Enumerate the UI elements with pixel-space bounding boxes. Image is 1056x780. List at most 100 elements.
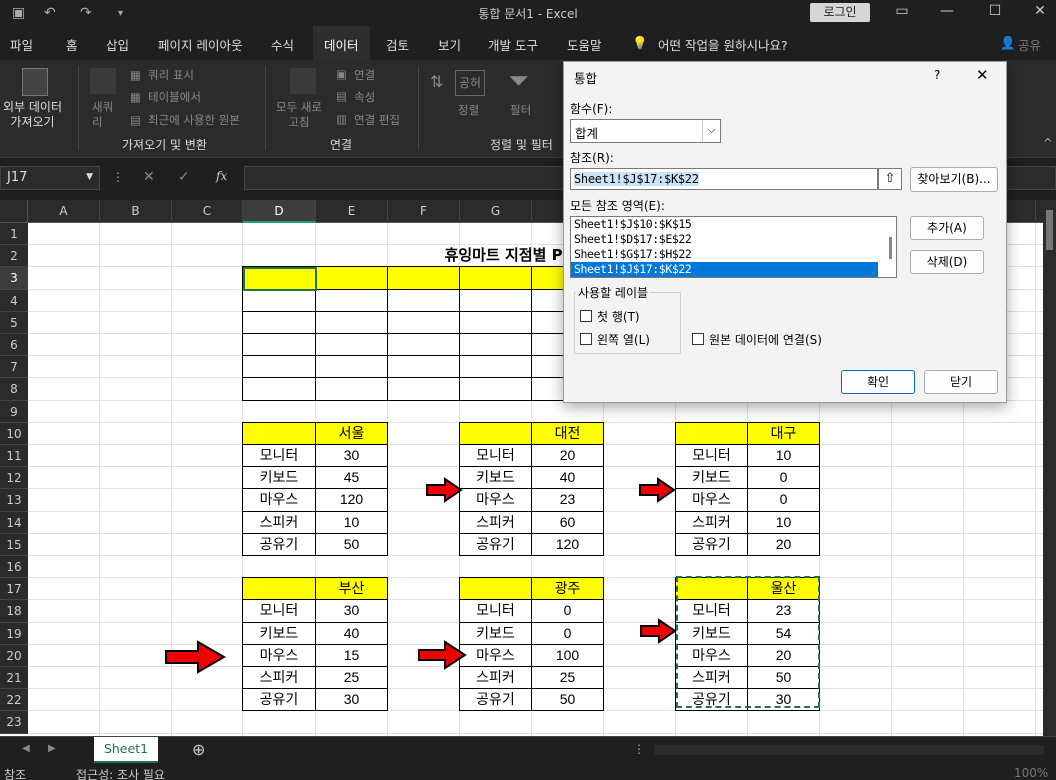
item-name-cell[interactable]: 마우스 [242,488,316,512]
row-header-6[interactable]: 6 [0,334,28,357]
item-name-cell[interactable]: 키보드 [242,621,316,645]
item-value-cell[interactable]: 30 [315,688,388,712]
item-value-cell[interactable]: 30 [315,599,388,623]
reference-list-item-selected[interactable]: Sheet1!$J$17:$K$22 [571,262,878,277]
item-name-cell[interactable]: 공유기 [242,532,316,556]
tab-formulas[interactable]: 수식 [271,35,294,54]
reference-list-item[interactable]: Sheet1!$D$17:$E$22 [571,232,896,247]
item-name-cell[interactable]: 스피커 [459,510,532,534]
table-header-city[interactable]: 광주 [531,577,604,601]
refresh-all-button[interactable]: 모두 새로 고침 [276,100,322,130]
item-name-cell[interactable]: 키보드 [459,466,532,490]
external-data-button[interactable]: 외부 데이터 가져오기 [3,100,62,130]
summary-table-cell[interactable] [315,266,388,290]
item-value-cell[interactable]: 0 [531,599,604,623]
table-header-blank[interactable] [459,577,532,601]
summary-table-cell[interactable] [387,288,460,312]
item-name-cell[interactable]: 키보드 [675,466,748,490]
tab-view[interactable]: 보기 [438,35,461,54]
table-header-blank[interactable] [242,421,316,445]
name-box[interactable]: J17 ▼ [0,166,100,190]
item-name-cell[interactable]: 공유기 [459,688,532,712]
summary-table-cell[interactable] [459,310,532,334]
share-icon[interactable]: 👤 [1000,35,1016,51]
enter-icon[interactable]: ✓ [178,169,190,185]
tab-review[interactable]: 검토 [386,35,409,54]
column-header-d[interactable]: D [243,200,316,223]
summary-table-cell[interactable] [315,355,388,379]
link-source-checkbox[interactable] [692,333,704,345]
tell-me-search[interactable]: 어떤 작업을 원하시나요? [658,35,788,54]
reference-input[interactable]: Sheet1!$J$17:$K$22 [570,168,878,190]
filter-button[interactable]: 필터 [510,102,531,118]
item-value-cell[interactable]: 40 [531,466,604,490]
close-icon[interactable]: ✕ [1030,3,1050,19]
tab-data[interactable]: 데이터 [324,35,359,54]
item-name-cell[interactable]: 스피커 [675,510,748,534]
summary-table-cell[interactable] [387,355,460,379]
left-column-checkbox[interactable] [580,333,592,345]
summary-table-cell[interactable] [459,266,532,290]
summary-table-cell[interactable] [459,288,532,312]
row-header-3[interactable]: 3 [0,267,28,290]
row-header-16[interactable]: 16 [0,556,28,579]
column-header-b[interactable]: B [100,200,172,223]
reference-list-item[interactable]: Sheet1!$G$17:$H$22 [571,247,896,262]
fx-icon[interactable]: fx [216,169,227,183]
scroll-thumb[interactable] [1046,210,1053,250]
tab-home[interactable]: 홈 [66,35,78,54]
item-name-cell[interactable]: 모니터 [459,599,532,623]
accessibility-status[interactable]: 접근성: 조사 필요 [76,766,165,780]
next-sheet-icon[interactable]: ▶ [48,743,56,754]
properties-button[interactable]: 속성 [354,89,375,105]
table-header-blank[interactable] [675,421,748,445]
item-value-cell[interactable]: 40 [315,621,388,645]
table-header-city[interactable]: 서울 [315,421,388,445]
item-value-cell[interactable]: 30 [315,444,388,468]
cancel-icon[interactable]: ✕ [143,169,155,185]
collapse-ribbon-icon[interactable]: ^ [1043,136,1053,150]
summary-table-cell[interactable] [315,333,388,357]
item-value-cell[interactable]: 10 [747,444,820,468]
connections-button[interactable]: 연결 [354,67,375,83]
item-name-cell[interactable]: 키보드 [459,621,532,645]
table-header-blank[interactable] [459,421,532,445]
item-value-cell[interactable]: 15 [315,643,388,667]
row-header-19[interactable]: 19 [0,622,28,645]
edit-links-button[interactable]: 연결 편집 [354,112,400,128]
row-header-22[interactable]: 22 [0,689,28,712]
minimize-icon[interactable]: — [937,3,957,19]
row-header-5[interactable]: 5 [0,311,28,334]
select-all-corner[interactable] [0,200,28,223]
row-header-21[interactable]: 21 [0,667,28,690]
summary-table-cell[interactable] [387,266,460,290]
vertical-scrollbar[interactable] [1043,200,1056,736]
row-header-4[interactable]: 4 [0,289,28,312]
summary-table-cell[interactable] [315,377,388,401]
share-button[interactable]: 공유 [1018,35,1041,54]
row-header-14[interactable]: 14 [0,511,28,534]
browse-button[interactable]: 찾아보기(B)... [910,167,998,192]
row-header-8[interactable]: 8 [0,378,28,401]
column-header-c[interactable]: C [172,200,243,223]
zoom-level[interactable]: 100% [1014,766,1048,780]
close-button[interactable]: 닫기 [924,370,998,394]
item-value-cell[interactable]: 120 [531,532,604,556]
row-header-15[interactable]: 15 [0,533,28,556]
show-query-button[interactable]: 쿼리 표시 [148,67,194,83]
item-name-cell[interactable]: 모니터 [242,444,316,468]
item-name-cell[interactable]: 마우스 [459,643,532,667]
item-name-cell[interactable]: 스피커 [242,666,316,690]
add-sheet-icon[interactable]: ⊕ [192,740,205,759]
item-value-cell[interactable]: 50 [315,532,388,556]
tab-page-layout[interactable]: 페이지 레이아웃 [158,35,242,54]
summary-table-cell[interactable] [459,355,532,379]
summary-table-cell[interactable] [242,355,316,379]
item-name-cell[interactable]: 모니터 [459,444,532,468]
item-value-cell[interactable]: 100 [531,643,604,667]
item-value-cell[interactable]: 20 [531,444,604,468]
column-header-f[interactable]: F [388,200,460,223]
table-header-city[interactable]: 대전 [531,421,604,445]
close-icon[interactable]: ✕ [976,66,989,84]
item-value-cell[interactable]: 0 [531,621,604,645]
